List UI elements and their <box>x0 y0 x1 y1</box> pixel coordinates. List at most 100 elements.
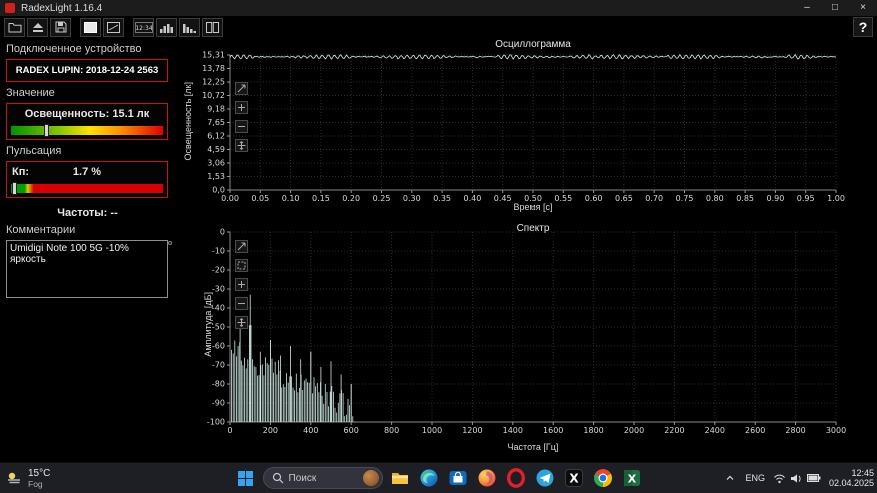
svg-text:2200: 2200 <box>664 426 684 435</box>
svg-text:1800: 1800 <box>583 426 603 435</box>
search-box[interactable]: Поиск <box>262 467 383 489</box>
pulsation-section-label: Пульсация <box>6 145 62 157</box>
taskbar-app-telegram[interactable] <box>533 465 557 491</box>
tray-chevron-button[interactable] <box>723 465 737 491</box>
spectrum-xlabel: Частота [Гц] <box>507 442 559 452</box>
histogram-icon <box>160 23 173 33</box>
display-mode-button[interactable] <box>80 17 101 37</box>
taskbar-app-store[interactable] <box>446 465 470 491</box>
spectrum-plot[interactable]: 0 200 400 600 800 1000 1200 1400 1600 1800 2000 220… <box>175 222 877 463</box>
charts-area: Осциллограмма Освещенность [лк] 0.00 0.05… <box>175 38 877 462</box>
volume-icon <box>790 474 801 482</box>
zoom-out-button[interactable] <box>235 120 248 133</box>
svg-text:-70: -70 <box>212 361 225 370</box>
window-controls: – □ × <box>793 0 877 16</box>
battery-icon <box>806 474 821 482</box>
taskbar-app-file-explorer[interactable] <box>388 465 412 491</box>
oscillogram-title: Осциллограмма <box>495 39 571 50</box>
frequencies-value: Частоты: -- <box>57 207 118 219</box>
oscillogram-tools <box>235 82 248 152</box>
eject-icon <box>32 22 43 32</box>
pan-button[interactable] <box>235 139 248 152</box>
taskbar-app-chrome[interactable] <box>591 465 615 491</box>
spectrum-button[interactable] <box>179 17 200 37</box>
pan-button[interactable] <box>235 316 248 329</box>
help-button[interactable]: ? <box>853 17 873 37</box>
svg-text:-100: -100 <box>207 418 225 427</box>
file-explorer-icon <box>391 473 408 484</box>
value-section-label: Значение <box>6 87 55 99</box>
save-button[interactable] <box>50 17 71 37</box>
two-panels-icon <box>206 21 219 33</box>
taskbar-app-x[interactable]: X <box>562 465 586 491</box>
zoom-in-button[interactable] <box>235 101 248 114</box>
illuminance-value: Освещенность: 15.1 лк <box>24 108 150 120</box>
svg-text:0,0: 0,0 <box>212 186 225 195</box>
fog-weather-icon <box>8 472 20 484</box>
weather-widget[interactable]: 15°C Fog <box>4 463 50 493</box>
svg-text:-60: -60 <box>212 342 225 351</box>
svg-text:-90: -90 <box>212 399 225 408</box>
zoom-rect-button[interactable] <box>235 259 248 272</box>
taskbar-app-edge[interactable] <box>417 465 441 491</box>
layout-button[interactable] <box>202 17 223 37</box>
zoom-out-button[interactable] <box>235 297 248 310</box>
minimize-button[interactable]: – <box>793 0 821 16</box>
oscillogram-chart[interactable]: Осциллограмма Освещенность [лк] 0.00 0.05… <box>175 38 877 222</box>
svg-text:13,78: 13,78 <box>202 64 225 73</box>
zoom-in-button[interactable] <box>235 278 248 291</box>
taskbar-center: Поиск X X <box>234 463 644 493</box>
close-button[interactable]: × <box>849 0 877 16</box>
spectrum-ylabel: Амплитуда [дБ] <box>203 292 213 357</box>
taskbar-app-firefox[interactable] <box>475 465 499 491</box>
weather-condition: Fog <box>28 478 43 489</box>
taskbar: 15°C Fog Поиск X X ENG 12:45 02.04.2025 <box>0 462 877 493</box>
kp-scale <box>11 182 163 195</box>
tray-time: 12:45 <box>851 467 874 478</box>
oscillogram-plot[interactable]: 0.00 0.05 0.10 0.15 0.20 0.25 0.30 0.35 0.40 0.45… <box>175 38 877 222</box>
maximize-button[interactable]: □ <box>821 0 849 16</box>
digital-clock-icon: 12:34 <box>134 21 153 33</box>
taskbar-app-opera[interactable] <box>504 465 528 491</box>
weather-temperature: 15°C <box>28 467 51 479</box>
tray-date: 02.04.2025 <box>828 478 874 488</box>
svg-text:2000: 2000 <box>624 426 644 435</box>
store-icon <box>449 471 466 485</box>
charts-splitter-handle[interactable] <box>531 206 535 210</box>
taskbar-app-excel[interactable]: X <box>620 465 644 491</box>
svg-text:1000: 1000 <box>422 426 442 435</box>
search-icon <box>272 472 283 484</box>
start-button[interactable] <box>234 465 258 491</box>
svg-text:7,65: 7,65 <box>207 118 225 127</box>
oscillogram-mode-button[interactable] <box>103 17 124 37</box>
svg-text:1400: 1400 <box>503 426 523 435</box>
clock-mode-button[interactable]: 12:34 <box>133 17 154 37</box>
comments-input[interactable]: Umidigi Note 100 5G -10% яркость <box>6 240 168 298</box>
histogram-button[interactable] <box>156 17 177 37</box>
kp-value: 1.7 % <box>72 166 102 178</box>
select-tool-button[interactable] <box>235 240 248 253</box>
open-folder-button[interactable] <box>4 17 25 37</box>
svg-text:2600: 2600 <box>745 426 765 435</box>
windows-logo-icon <box>238 470 253 486</box>
svg-text:-30: -30 <box>212 285 225 294</box>
spectrum-chart[interactable]: Спектр Амплитуда [дБ] 0 200 400 600 800 1000 1… <box>175 222 877 463</box>
app-logo-icon <box>5 3 15 13</box>
svg-text:1200: 1200 <box>462 426 482 435</box>
spectrum-bars-icon <box>183 23 196 33</box>
diagonal-square-icon <box>107 21 120 33</box>
comments-section-label: Комментарии <box>6 224 76 236</box>
select-tool-button[interactable] <box>235 82 248 95</box>
export-button[interactable] <box>27 17 48 37</box>
language-indicator[interactable]: ENG <box>745 473 765 483</box>
comments-resize-handle[interactable] <box>168 241 172 245</box>
device-section-label: Подключенное устройство <box>6 43 142 55</box>
spectrum-title: Спектр <box>516 223 550 234</box>
svg-text:X: X <box>569 472 579 486</box>
kp-label: Кп: <box>12 166 30 178</box>
clock[interactable]: 12:45 02.04.2025 <box>829 468 874 489</box>
svg-text:6,12: 6,12 <box>207 132 225 141</box>
white-square-icon <box>84 21 97 33</box>
status-icons[interactable] <box>773 473 821 484</box>
svg-text:12:34: 12:34 <box>135 25 152 32</box>
